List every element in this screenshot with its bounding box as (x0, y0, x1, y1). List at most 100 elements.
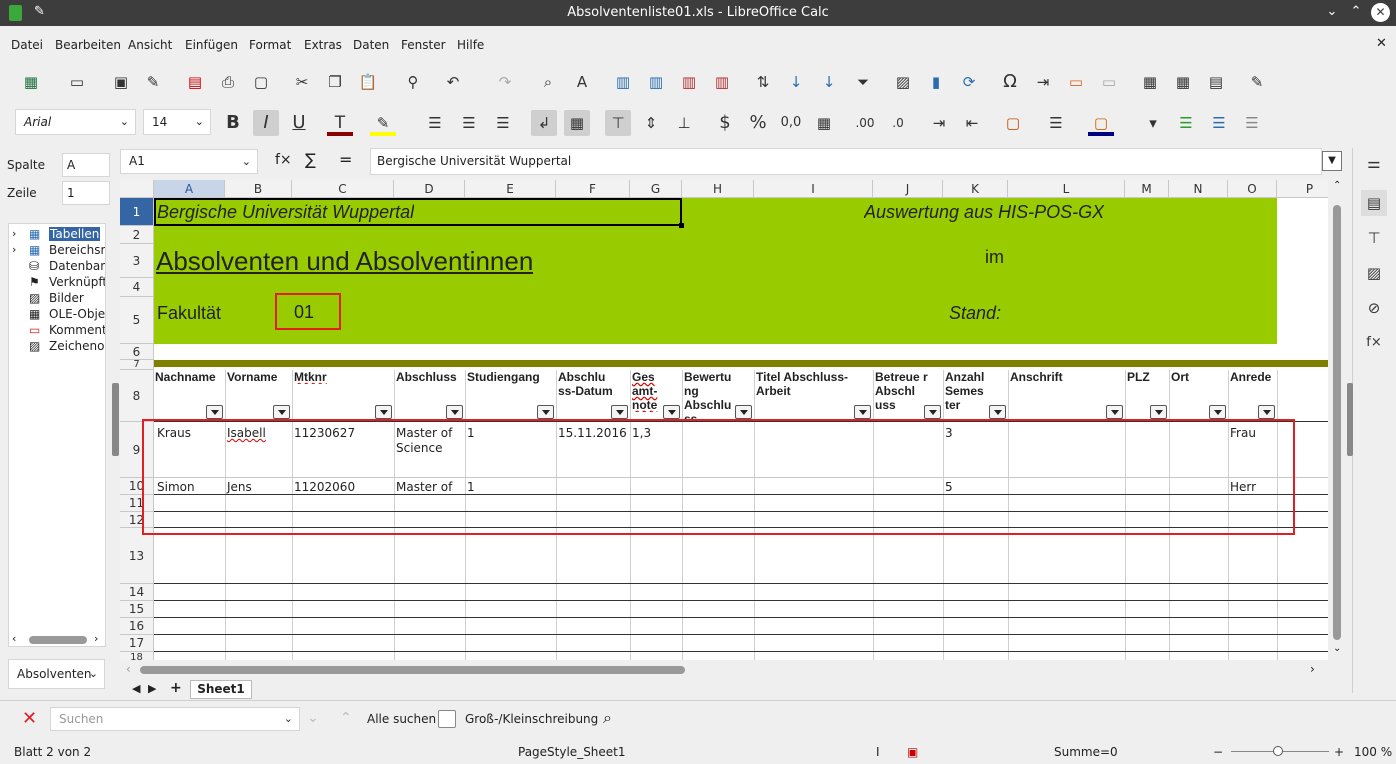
redo-icon[interactable]: ↷ (492, 69, 518, 95)
scroll-down-icon[interactable]: ⌄ (1333, 643, 1341, 654)
column-header[interactable]: N (1169, 180, 1228, 198)
insert-mode-icon[interactable]: I (876, 745, 880, 759)
italic-icon[interactable]: I (253, 110, 279, 136)
header-nachname[interactable]: Nachname (155, 370, 224, 384)
row-header[interactable]: 5 (120, 297, 154, 344)
zoom-slider-thumb[interactable] (1273, 746, 1283, 756)
tree-item-datenbank[interactable]: Datenbanl (49, 259, 105, 273)
tree-item-zeichenobjekte[interactable]: Zeichenob (49, 339, 105, 353)
headers-footers-icon[interactable]: ▭ (1096, 69, 1122, 95)
zoom-in-icon[interactable]: + (1334, 745, 1344, 759)
row-header[interactable]: 8 (120, 370, 154, 422)
styles-3-icon[interactable]: ☰ (1239, 110, 1265, 136)
row-header[interactable]: 14 (120, 584, 154, 601)
formula-equals-icon[interactable]: = (339, 150, 352, 169)
minimize-button[interactable]: ⌄ (1323, 4, 1341, 19)
cell-faculty-label[interactable]: Fakultät (157, 303, 221, 324)
column-header[interactable]: G (630, 180, 682, 198)
cell-evaluation-source[interactable]: Auswertung aus HIS-POS-GX (864, 202, 1104, 223)
column-header[interactable]: F (556, 180, 630, 198)
autofilter-button[interactable] (1209, 405, 1226, 419)
cell-im[interactable]: im (985, 247, 1004, 268)
right-panel-collapse-handle[interactable] (1347, 383, 1353, 456)
column-header[interactable]: C (292, 180, 394, 198)
zoom-out-icon[interactable]: − (1213, 745, 1223, 759)
autofilter-button[interactable] (375, 405, 392, 419)
menu-hilfe[interactable]: Hilfe (457, 38, 484, 52)
header-abschluss[interactable]: Abschluss (396, 370, 464, 384)
column-header[interactable]: J (873, 180, 943, 198)
row-header[interactable]: 1 (120, 198, 154, 226)
increase-indent-icon[interactable]: ⇥ (926, 110, 952, 136)
menu-fenster[interactable]: Fenster (401, 38, 446, 52)
row-header[interactable]: 3 (120, 244, 154, 278)
header-ort[interactable]: Ort (1171, 370, 1225, 384)
autofilter-button[interactable] (989, 405, 1006, 419)
center-vertically-icon[interactable]: ⇕ (638, 110, 664, 136)
gallery-icon[interactable]: ▨ (1361, 260, 1387, 286)
header-anrede[interactable]: Anrede (1230, 370, 1276, 384)
styles-deck-icon[interactable]: ▤ (1361, 190, 1387, 216)
close-window-button[interactable]: ✕ (1371, 3, 1390, 22)
percent-format-icon[interactable]: % (745, 110, 771, 136)
page-style[interactable]: PageStyle_Sheet1 (518, 745, 626, 759)
maximize-button[interactable]: ⌃ (1347, 4, 1365, 19)
scroll-left-icon[interactable]: ‹ (126, 662, 131, 676)
cell-a1-title[interactable]: Bergische Universität Wuppertal (157, 202, 414, 223)
column-header[interactable]: P (1277, 180, 1328, 198)
clone-formatting-icon[interactable]: ⚲ (400, 69, 426, 95)
horizontal-scrollbar[interactable]: ‹ › (120, 662, 1328, 678)
cut-icon[interactable]: ✂ (289, 69, 315, 95)
navigator-hscrollbar[interactable] (29, 636, 87, 644)
menu-format[interactable]: Format (249, 38, 291, 52)
sum-icon[interactable]: ∑ (305, 150, 316, 169)
underline-icon[interactable]: U (286, 110, 312, 136)
header-gesamtnote[interactable]: Ges amt-note (632, 370, 666, 412)
comment-icon[interactable]: ▭ (1063, 69, 1089, 95)
select-all-corner[interactable] (120, 180, 154, 198)
find-next-icon[interactable]: ⌄ (307, 710, 319, 726)
column-header[interactable]: E (465, 180, 556, 198)
header-anzahl-semester[interactable]: Anzahl Semes ter (945, 370, 993, 412)
menu-ansicht[interactable]: Ansicht (128, 38, 172, 52)
align-center-icon[interactable]: ☰ (456, 110, 482, 136)
show-draw-functions-icon[interactable]: ✎ (1244, 69, 1270, 95)
header-plz[interactable]: PLZ (1127, 370, 1167, 384)
horizontal-scroll-thumb[interactable] (140, 666, 685, 674)
hyperlink-icon[interactable]: ⇥ (1030, 69, 1056, 95)
split-window-icon[interactable]: ▤ (1203, 69, 1229, 95)
open-icon[interactable]: ▭ (64, 69, 90, 95)
formula-input[interactable]: Bergische Universität Wuppertal (370, 148, 1322, 175)
column-header[interactable]: K (943, 180, 1008, 198)
column-header[interactable]: A (154, 180, 225, 198)
autofilter-button[interactable] (1150, 405, 1167, 419)
menu-einfuegen[interactable]: Einfügen (185, 38, 238, 52)
row-header[interactable]: 17 (120, 635, 154, 652)
delete-decimal-icon[interactable]: .0 (885, 110, 911, 136)
row-header[interactable]: 15 (120, 601, 154, 618)
export-pdf-icon[interactable]: ▤ (182, 69, 208, 95)
row-icon[interactable]: ▥ (610, 69, 636, 95)
expand-icon[interactable]: › (12, 227, 16, 240)
borders-icon[interactable]: ▢ (1000, 110, 1026, 136)
save-as-icon[interactable]: ✎ (140, 69, 166, 95)
tree-item-verknuepfte[interactable]: Verknüpfte (49, 275, 105, 289)
font-name-box[interactable]: Arial ⌄ (15, 109, 136, 135)
align-bottom-icon[interactable]: ⊥ (671, 110, 697, 136)
wrap-text-icon[interactable]: ↲ (531, 110, 557, 136)
column-header[interactable]: O (1228, 180, 1277, 198)
autofilter-button[interactable] (273, 405, 290, 419)
autofilter-button[interactable] (1258, 405, 1275, 419)
spelling-icon[interactable]: A (569, 69, 595, 95)
special-character-icon[interactable]: Ω (997, 69, 1023, 95)
menu-daten[interactable]: Daten (353, 38, 389, 52)
column-header[interactable]: M (1125, 180, 1169, 198)
left-panel-collapse-handle[interactable] (112, 383, 119, 456)
define-print-area-icon[interactable]: ▦ (1137, 69, 1163, 95)
align-left-icon[interactable]: ☰ (422, 110, 448, 136)
print-icon[interactable]: ⎙ (215, 69, 241, 95)
cell-faculty-value[interactable]: 01 (294, 302, 314, 323)
next-sheet-icon[interactable]: ▶ (148, 682, 156, 695)
decrease-indent-icon[interactable]: ⇤ (959, 110, 985, 136)
autofilter-button[interactable] (854, 405, 871, 419)
